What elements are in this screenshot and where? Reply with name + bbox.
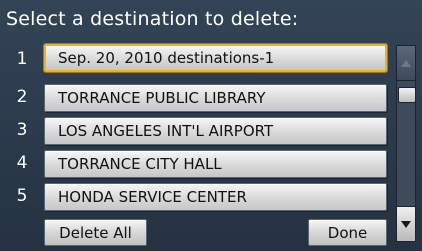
destination-row-2[interactable]: TORRANCE PUBLIC LIBRARY [44, 84, 387, 112]
delete-destination-screen: Select a destination to delete: 1 Sep. 2… [0, 0, 422, 251]
done-button[interactable]: Done [308, 219, 387, 246]
triangle-up-icon [401, 60, 411, 67]
row-number-3: 3 [16, 120, 28, 140]
row-number-5: 5 [16, 186, 28, 206]
delete-all-label: Delete All [59, 223, 132, 242]
scroll-thumb[interactable] [398, 87, 416, 103]
done-label: Done [327, 223, 368, 242]
scrollbar[interactable] [396, 45, 416, 242]
destination-label: HONDA SERVICE CENTER [58, 188, 247, 206]
destination-label: TORRANCE CITY HALL [58, 155, 222, 173]
destination-label: Sep. 20, 2010 destinations-1 [58, 49, 275, 67]
scroll-track[interactable] [396, 81, 416, 206]
scroll-down-button[interactable] [396, 206, 416, 242]
triangle-down-icon [401, 221, 411, 228]
scroll-up-button[interactable] [396, 45, 416, 81]
row-number-4: 4 [16, 153, 28, 173]
destination-row-5[interactable]: HONDA SERVICE CENTER [44, 183, 387, 211]
destination-row-1[interactable]: Sep. 20, 2010 destinations-1 [44, 44, 387, 72]
row-number-2: 2 [16, 87, 28, 107]
page-title: Select a destination to delete: [6, 8, 299, 30]
destination-row-3[interactable]: LOS ANGELES INT'L AIRPORT [44, 117, 387, 145]
row-number-1: 1 [16, 49, 28, 69]
destination-label: LOS ANGELES INT'L AIRPORT [58, 122, 274, 140]
destination-label: TORRANCE PUBLIC LIBRARY [58, 89, 266, 107]
delete-all-button[interactable]: Delete All [44, 219, 147, 246]
destination-row-4[interactable]: TORRANCE CITY HALL [44, 150, 387, 178]
